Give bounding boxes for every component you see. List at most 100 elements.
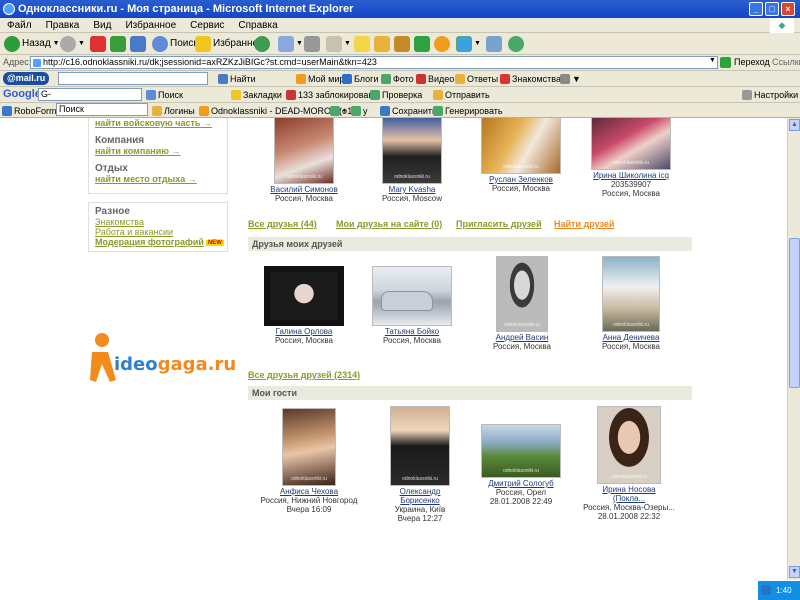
menu-edit[interactable]: Правка xyxy=(39,18,87,33)
print-button[interactable] xyxy=(304,36,320,52)
fof-card[interactable]: odnoklassniki.ru Анна Деничева Россия, М… xyxy=(598,256,664,351)
roboform-search-input[interactable]: Поиск xyxy=(56,103,148,116)
guest-photo[interactable]: odnoklassniki.ru xyxy=(282,408,336,486)
friend-photo[interactable]: odnoklassniki.ru xyxy=(382,118,442,184)
friend-photo[interactable]: odnoklassniki.ru xyxy=(481,118,561,174)
guest-photo[interactable]: odnoklassniki.ru xyxy=(481,424,561,478)
tool-button[interactable] xyxy=(394,36,410,52)
links-label[interactable]: Ссылки xyxy=(772,57,800,67)
history-button[interactable] xyxy=(254,36,270,52)
videogaga-banner[interactable]: ideogaga.ru xyxy=(88,330,238,390)
scroll-down-icon[interactable]: ▼ xyxy=(789,566,800,578)
menu-file[interactable]: Файл xyxy=(0,18,39,33)
dating-link[interactable]: Знакомства xyxy=(89,217,227,227)
fof-name[interactable]: Татьяна Бойко xyxy=(370,327,454,336)
fof-name[interactable]: Анна Деничева xyxy=(598,333,664,342)
mailru-photo[interactable]: Фото xyxy=(381,73,414,85)
friend-name[interactable]: Руслан Зеленков xyxy=(476,175,566,184)
find-rest-link[interactable]: найти место отдыха → xyxy=(89,174,227,184)
guest-photo[interactable]: odnoklassniki.ru xyxy=(390,406,450,486)
notes-button[interactable] xyxy=(354,36,370,52)
mailru-blogs[interactable]: Блоги xyxy=(342,73,378,85)
jobs-link[interactable]: Работа и вакансии xyxy=(89,227,227,237)
close-button[interactable]: × xyxy=(781,2,795,16)
fof-photo[interactable]: odnoklassniki.ru xyxy=(496,256,548,332)
mailru-logo[interactable]: @mail.ru xyxy=(3,72,50,85)
address-dropdown-icon[interactable]: ▼ xyxy=(709,57,716,64)
scrollbar-thumb[interactable] xyxy=(789,238,800,388)
guest-name[interactable]: Ирина Носова xyxy=(580,485,678,494)
back-button[interactable]: Назад ▼ xyxy=(4,36,60,52)
google-search-button[interactable]: Поиск xyxy=(146,89,183,101)
forward-button[interactable]: ▼ xyxy=(60,36,85,52)
stop-button[interactable] xyxy=(90,36,106,52)
find-friends-link[interactable]: Найти друзей xyxy=(554,219,614,229)
mailru-answers[interactable]: Ответы xyxy=(455,73,498,85)
mail-button[interactable]: ▼ xyxy=(278,36,303,52)
all-friends-of-friends-link[interactable]: Все друзья друзей (2314) xyxy=(248,370,360,380)
guest-name-line2[interactable]: Борисенко xyxy=(380,496,460,505)
google-bookmarks[interactable]: Закладки xyxy=(231,89,282,101)
roboform-o[interactable]: о xyxy=(330,105,347,117)
google-popup-blocked[interactable]: 133 заблокировано xyxy=(286,89,378,101)
refresh-button[interactable] xyxy=(110,36,126,52)
mailru-find-button[interactable]: Найти xyxy=(218,73,256,85)
google-search-input[interactable]: G- xyxy=(38,88,142,101)
friend-name[interactable]: Mary Kvasha xyxy=(372,185,452,194)
guest-photo[interactable]: odnoklassniki.ru xyxy=(597,406,661,484)
friend-card[interactable]: odnoklassniki.ru Василий Симонов Россия,… xyxy=(268,118,340,203)
friend-card[interactable]: odnoklassniki.ru Mary Kvasha Россия, Mos… xyxy=(372,118,452,203)
minimize-button[interactable]: _ xyxy=(749,2,763,16)
fof-card[interactable]: odnoklassniki.ru Андрей Васин Россия, Мо… xyxy=(492,256,552,351)
google-spellcheck[interactable]: Проверка xyxy=(370,89,422,101)
friend-name[interactable]: Василий Симонов xyxy=(268,185,340,194)
fof-photo[interactable] xyxy=(372,266,452,326)
go-button[interactable]: Переход xyxy=(720,56,770,69)
system-tray-clock[interactable]: 1:40 xyxy=(758,581,800,600)
google-send[interactable]: Отправить xyxy=(433,89,490,101)
fof-card[interactable]: Татьяна Бойко Россия, Москва xyxy=(370,266,454,345)
maximize-button[interactable]: □ xyxy=(765,2,779,16)
guest-name[interactable]: Олександр xyxy=(380,487,460,496)
edit-button[interactable]: ▼ xyxy=(326,36,351,52)
mailru-myworld[interactable]: Мой мир xyxy=(296,73,344,85)
fof-photo[interactable] xyxy=(264,266,344,326)
roboform-save[interactable]: Сохранить xyxy=(380,105,437,117)
all-friends-link[interactable]: Все друзья (44) xyxy=(248,219,317,229)
guest-card[interactable]: odnoklassniki.ru Ирина Носова (Покла... … xyxy=(580,406,678,521)
home-button[interactable] xyxy=(130,36,146,52)
fof-photo[interactable]: odnoklassniki.ru xyxy=(602,256,660,332)
skype-button[interactable]: ▼ xyxy=(456,36,481,52)
google-logo[interactable]: Google xyxy=(3,88,41,100)
icq-button[interactable] xyxy=(434,36,450,52)
fof-card[interactable]: Галина Орлова Россия, Москва xyxy=(262,266,346,345)
mailru-search-input[interactable] xyxy=(58,72,208,85)
menu-help[interactable]: Справка xyxy=(231,18,284,33)
roboform-u[interactable]: у xyxy=(351,105,368,117)
find-company-link[interactable]: найти компанию → xyxy=(89,146,227,156)
fof-name[interactable]: Галина Орлова xyxy=(262,327,346,336)
fof-name[interactable]: Андрей Васин xyxy=(492,333,552,342)
guest-card[interactable]: odnoklassniki.ru Дмитрий Сологуб Россия,… xyxy=(476,424,566,506)
messenger-button[interactable] xyxy=(414,36,430,52)
friend-name[interactable]: Ирина Шиколина icq xyxy=(586,171,676,180)
roboform-logins[interactable]: Логины xyxy=(152,105,195,117)
folder-button[interactable] xyxy=(374,36,390,52)
scroll-up-icon[interactable]: ▲ xyxy=(789,119,800,131)
guest-name[interactable]: Дмитрий Сологуб xyxy=(476,479,566,488)
invite-friends-link[interactable]: Пригласить друзей xyxy=(456,219,542,229)
menu-tools[interactable]: Сервис xyxy=(183,18,231,33)
roboform-button[interactable]: RoboForm xyxy=(2,105,57,117)
find-military-link[interactable]: найти войсковую часть → xyxy=(89,118,227,128)
friend-photo[interactable]: odnoklassniki.ru xyxy=(591,118,671,170)
menu-favorites[interactable]: Избранное xyxy=(118,18,183,33)
mailru-more-icon[interactable]: ▼ xyxy=(560,73,581,85)
guest-card[interactable]: odnoklassniki.ru Олександр Борисенко Укр… xyxy=(380,406,460,523)
friend-card[interactable]: odnoklassniki.ru Ирина Шиколина icq 2035… xyxy=(586,118,676,198)
mailru-dating[interactable]: Знакомства xyxy=(500,73,561,85)
messenger2-button[interactable] xyxy=(508,36,524,52)
google-settings[interactable]: Настройки xyxy=(742,89,798,101)
menu-view[interactable]: Вид xyxy=(86,18,118,33)
research-button[interactable] xyxy=(486,36,502,52)
mailru-video[interactable]: Видео xyxy=(416,73,454,85)
